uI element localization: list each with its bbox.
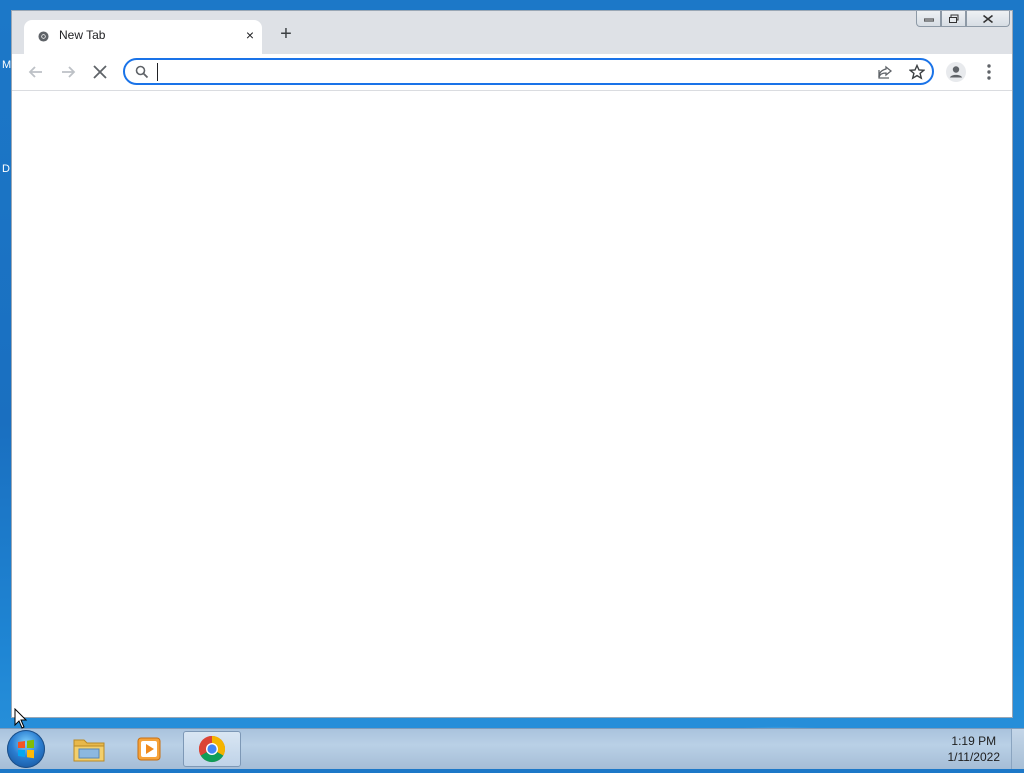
back-arrow-icon[interactable] [25, 61, 47, 83]
page-content[interactable] [12, 91, 1012, 717]
browser-toolbar [12, 54, 1012, 91]
clock-date: 1/11/2022 [947, 750, 1001, 764]
taskbar-chrome[interactable] [183, 731, 241, 767]
minimize-icon [923, 18, 934, 21]
stop-loading-icon[interactable] [89, 61, 111, 83]
tab-new-tab[interactable]: New Tab × [24, 20, 262, 54]
taskbar: 1:19 PM 1/11/2022 [0, 728, 1024, 769]
desktop-icon-label-m[interactable]: M [2, 59, 11, 71]
show-desktop-button[interactable] [1011, 729, 1024, 769]
address-input[interactable] [157, 63, 858, 81]
search-icon [135, 65, 149, 79]
share-icon[interactable] [877, 64, 893, 80]
media-player-icon [137, 737, 161, 761]
more-menu-icon[interactable] [978, 61, 1000, 83]
bookmark-star-icon[interactable] [909, 64, 925, 80]
start-button[interactable] [7, 730, 45, 768]
maximize-button[interactable] [941, 11, 966, 27]
forward-arrow-icon[interactable] [57, 61, 79, 83]
address-bar[interactable] [123, 58, 934, 85]
clock-time: 1:19 PM [951, 734, 997, 748]
profile-avatar-icon[interactable] [945, 61, 967, 83]
taskbar-file-explorer[interactable] [60, 731, 118, 767]
close-icon [983, 14, 993, 23]
desktop-icon-label-d[interactable]: D [2, 163, 10, 175]
new-tab-button[interactable]: + [274, 23, 298, 47]
folder-icon [73, 739, 105, 762]
close-window-button[interactable] [966, 11, 1010, 27]
system-clock[interactable]: 1:19 PM 1/11/2022 [948, 733, 1001, 765]
taskbar-media-player[interactable] [120, 731, 178, 767]
tab-title: New Tab [59, 28, 106, 42]
chrome-icon [198, 735, 226, 763]
restore-icon [948, 14, 958, 23]
tab-close-button[interactable]: × [246, 27, 254, 43]
windows-logo-icon [18, 739, 34, 759]
browser-window: New Tab × + [11, 10, 1013, 718]
minimize-button[interactable] [916, 11, 941, 27]
chrome-favicon-icon [38, 31, 49, 42]
mouse-cursor-icon [14, 708, 28, 729]
